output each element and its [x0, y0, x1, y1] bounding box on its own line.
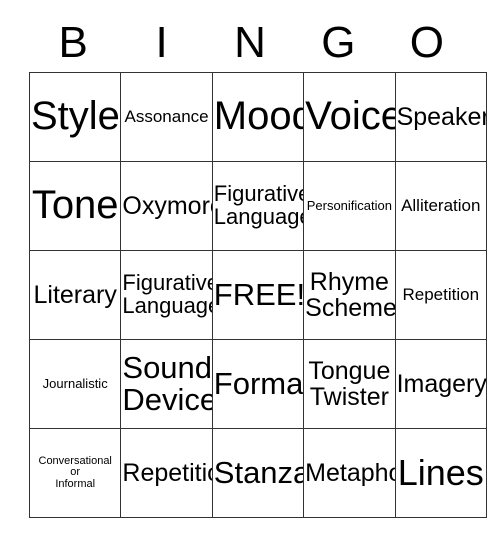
bingo-cell-r2-c5[interactable]: Alliteration: [394, 161, 487, 251]
bingo-header: BINGO: [29, 14, 471, 72]
bingo-cell-label: Mood: [213, 94, 303, 139]
bingo-row: StyleAssonanceMoodVoiceSpeaker: [28, 72, 487, 162]
bingo-header-letter-o: O: [409, 18, 444, 67]
bingo-cell-r2-c4[interactable]: Personification: [303, 161, 396, 251]
bingo-cell-label: Oxymoron: [122, 192, 211, 220]
bingo-grid: StyleAssonanceMoodVoiceSpeakerToneOxymor…: [28, 72, 487, 518]
bingo-cell-r4-c5[interactable]: Imagery: [394, 339, 487, 429]
bingo-row: Conversational or Informal RepetitionStan…: [28, 428, 487, 518]
bingo-cell-r1-c2[interactable]: Assonance: [120, 72, 213, 162]
bingo-cell-label: Tongue Twister: [308, 357, 391, 411]
bingo-cell-r3-c2[interactable]: Figurative Language: [120, 250, 213, 340]
bingo-cell-label: Tone: [31, 183, 119, 228]
bingo-cell-label: Figurative Language: [122, 270, 213, 318]
bingo-cell-label: Rhyme Scheme: [305, 268, 396, 322]
bingo-cell-label: FREE!: [213, 276, 304, 312]
bingo-cell-r5-c2[interactable]: Repetition: [120, 428, 213, 518]
bingo-cell-r1-c3[interactable]: Mood: [211, 72, 305, 162]
bingo-cell-label: Formal: [213, 365, 304, 401]
bingo-cell-label: Repetition: [402, 285, 480, 305]
bingo-cell-label: Alliteration: [401, 196, 481, 216]
bingo-cell-r2-c2[interactable]: Oxymoron: [120, 161, 213, 251]
bingo-card: BINGO StyleAssonanceMoodVoiceSpeakerTone…: [28, 14, 487, 518]
bingo-cell-r1-c4[interactable]: Voice: [303, 72, 396, 162]
bingo-cell-label: Assonance: [124, 107, 209, 127]
bingo-cell-r1-c1[interactable]: Style: [28, 72, 122, 162]
bingo-cell-r2-c1[interactable]: Tone: [28, 161, 122, 251]
bingo-cell-r3-c1[interactable]: Literary: [28, 250, 122, 340]
bingo-cell-label: Speaker: [396, 103, 487, 131]
bingo-cell-r4-c1[interactable]: Journalistic: [28, 339, 122, 429]
bingo-cell-label: Imagery: [396, 370, 487, 398]
bingo-cell-label: Conversational or Informal: [38, 454, 112, 490]
bingo-grid-body: StyleAssonanceMoodVoiceSpeakerToneOxymor…: [28, 72, 487, 518]
bingo-cell-label: Stanza: [213, 454, 304, 490]
bingo-row: ToneOxymoronFigurative LanguagePersonifi…: [28, 161, 487, 251]
bingo-cell-r5-c3[interactable]: Stanza: [211, 428, 305, 518]
bingo-cell-label: Figurative Language: [213, 181, 304, 229]
bingo-row: Literary Figurative Language FREE! Rhyme Sc…: [28, 250, 487, 340]
bingo-cell-label: Voice: [305, 94, 396, 139]
bingo-row: Journalistic Sound Device Formal Tongue Twi…: [28, 339, 487, 429]
bingo-cell-r3-c5[interactable]: Repetition: [394, 250, 487, 340]
bingo-cell-r3-c4[interactable]: Rhyme Scheme: [303, 250, 396, 340]
bingo-cell-r5-c4[interactable]: Metaphor: [303, 428, 396, 518]
bingo-cell-label: Journalistic: [42, 376, 108, 392]
bingo-cell-label: Literary: [33, 281, 117, 309]
bingo-header-letter-b: B: [58, 18, 88, 67]
bingo-cell-r5-c1[interactable]: Conversational or Informal: [28, 428, 122, 518]
bingo-cell-r4-c3[interactable]: Formal: [211, 339, 305, 429]
bingo-cell-label: Style: [31, 94, 120, 139]
bingo-cell-r1-c5[interactable]: Speaker: [394, 72, 487, 162]
bingo-header-letter-n: N: [234, 18, 266, 67]
bingo-cell-r5-c5[interactable]: Lines: [394, 428, 487, 518]
bingo-cell-label: Sound Device: [122, 349, 213, 417]
bingo-cell-r4-c2[interactable]: Sound Device: [120, 339, 213, 429]
bingo-cell-r3-c3[interactable]: FREE!: [211, 250, 305, 340]
bingo-cell-r4-c4[interactable]: Tongue Twister: [303, 339, 396, 429]
bingo-header-letter-i: I: [155, 18, 168, 67]
bingo-cell-label: Repetition: [122, 459, 211, 487]
bingo-cell-label: Personification: [306, 198, 392, 214]
bingo-cell-label: Metaphor: [305, 459, 394, 487]
bingo-cell-r2-c3[interactable]: Figurative Language: [211, 161, 305, 251]
bingo-cell-label: Lines: [397, 452, 484, 494]
bingo-header-letter-g: G: [321, 18, 356, 67]
